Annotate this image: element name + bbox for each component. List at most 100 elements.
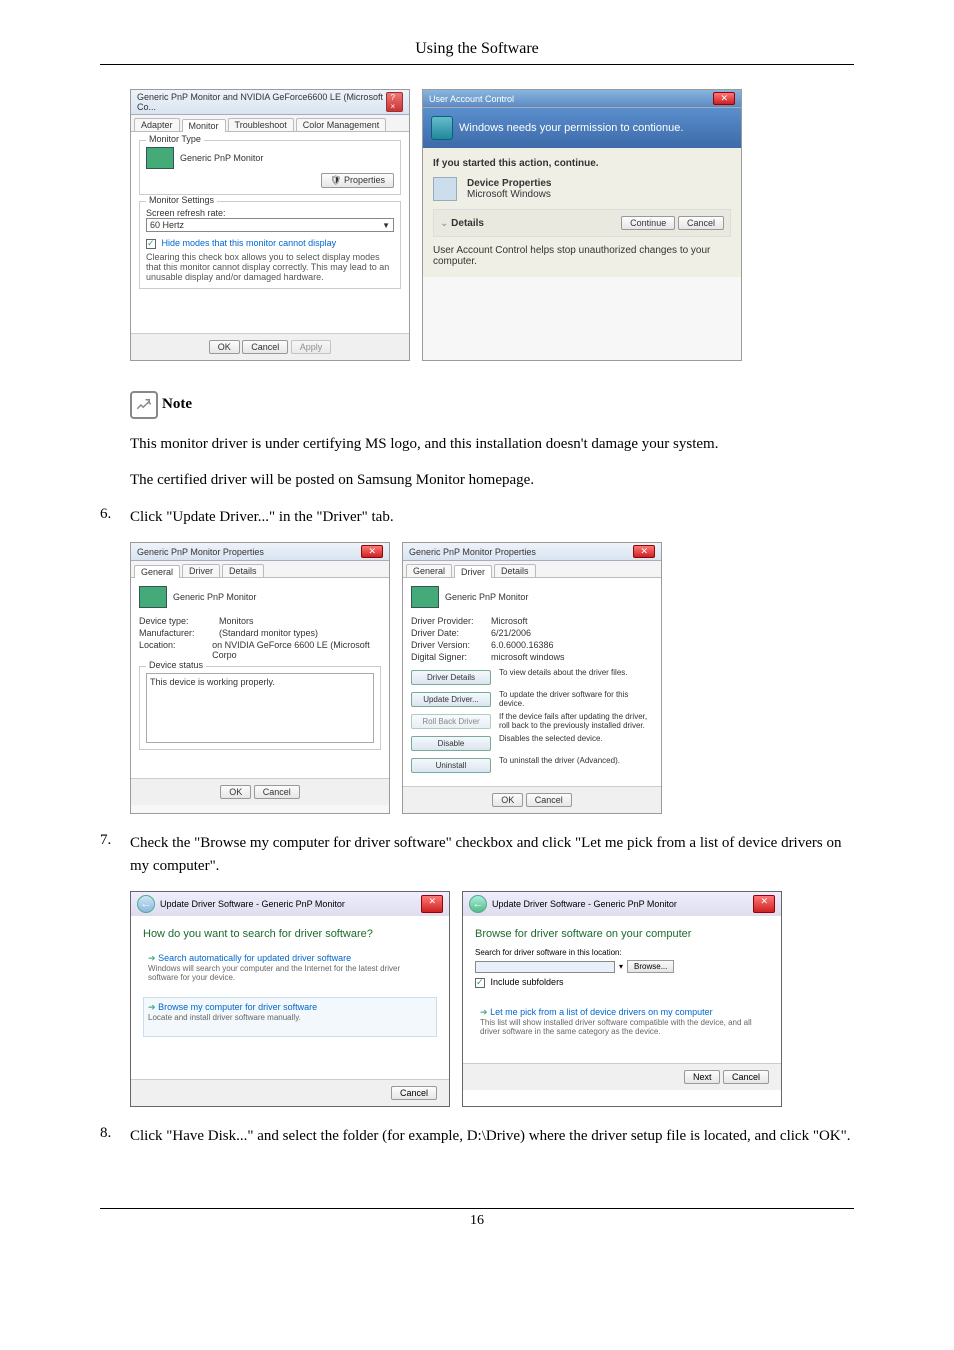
- note-text-2: The certified driver will be posted on S…: [130, 469, 854, 492]
- browse-computer-option[interactable]: Browse my computer for driver software: [158, 1002, 317, 1012]
- version-value: 6.0.6000.16386: [491, 640, 554, 650]
- continue-button[interactable]: Continue: [621, 216, 675, 230]
- uac-title: User Account Control: [429, 94, 514, 104]
- dialog-title: Generic PnP Monitor Properties: [137, 547, 264, 557]
- monitor-properties-dialog: Generic PnP Monitor and NVIDIA GeForce66…: [130, 89, 410, 361]
- refresh-rate-label: Screen refresh rate:: [146, 208, 394, 218]
- tab-troubleshoot[interactable]: Troubleshoot: [228, 118, 294, 131]
- monitor-icon: [146, 147, 174, 169]
- note-text-1: This monitor driver is under certifying …: [130, 433, 854, 456]
- close-icon[interactable]: ✕: [361, 545, 383, 558]
- close-icon[interactable]: ?×: [386, 92, 403, 112]
- manufacturer-label: Manufacturer:: [139, 628, 219, 638]
- chevron-down-icon[interactable]: ⌄: [440, 218, 448, 229]
- close-icon[interactable]: ✕: [713, 92, 735, 105]
- signer-label: Digital Signer:: [411, 652, 491, 662]
- next-button[interactable]: Next: [684, 1070, 721, 1084]
- uac-banner-text: Windows needs your permission to contion…: [459, 122, 683, 134]
- props-driver-dialog: Generic PnP Monitor Properties ✕ General…: [402, 542, 662, 814]
- disable-desc: Disables the selected device.: [499, 734, 653, 743]
- location-label: Location:: [139, 640, 212, 660]
- cancel-button[interactable]: Cancel: [723, 1070, 769, 1084]
- note-icon: [130, 391, 158, 419]
- tab-adapter[interactable]: Adapter: [134, 118, 180, 131]
- close-icon[interactable]: ✕: [753, 895, 775, 913]
- tab-color-management[interactable]: Color Management: [296, 118, 387, 131]
- refresh-rate-select[interactable]: 60 Hertz▼: [146, 218, 394, 232]
- browse-button[interactable]: Browse...: [627, 960, 674, 973]
- back-icon[interactable]: ←: [137, 895, 155, 913]
- close-icon[interactable]: ✕: [421, 895, 443, 913]
- step-text: Click "Have Disk..." and select the fold…: [130, 1125, 854, 1148]
- device-name: Generic PnP Monitor: [445, 592, 528, 602]
- page-number: 16: [100, 1208, 854, 1229]
- uninstall-desc: To uninstall the driver (Advanced).: [499, 756, 653, 765]
- cancel-button[interactable]: Cancel: [391, 1086, 437, 1100]
- wizard-heading: How do you want to search for driver sof…: [143, 928, 437, 940]
- monitor-name: Generic PnP Monitor: [180, 153, 263, 163]
- date-value: 6/21/2006: [491, 628, 531, 638]
- wizard-heading: Browse for driver software on your compu…: [475, 928, 769, 940]
- provider-value: Microsoft: [491, 616, 528, 626]
- dialog-title: Generic PnP Monitor and NVIDIA GeForce66…: [137, 92, 386, 112]
- search-auto-option[interactable]: Search automatically for updated driver …: [158, 953, 351, 963]
- ok-button[interactable]: OK: [209, 340, 240, 354]
- version-label: Driver Version:: [411, 640, 491, 650]
- monitor-settings-group: Monitor Settings: [146, 195, 217, 205]
- wizard-title: Update Driver Software - Generic PnP Mon…: [160, 899, 345, 909]
- date-label: Driver Date:: [411, 628, 491, 638]
- include-subfolders-checkbox[interactable]: [475, 978, 485, 988]
- step-number: 7.: [100, 832, 130, 877]
- location-input[interactable]: [475, 961, 615, 973]
- uac-publisher: Microsoft Windows: [467, 189, 552, 200]
- device-name: Generic PnP Monitor: [173, 592, 256, 602]
- shield-icon: [431, 116, 453, 140]
- monitor-icon: [411, 586, 439, 608]
- uninstall-button[interactable]: Uninstall: [411, 758, 491, 773]
- let-me-pick-option[interactable]: Let me pick from a list of device driver…: [490, 1007, 713, 1017]
- device-type-label: Device type:: [139, 616, 219, 626]
- rollback-driver-button[interactable]: Roll Back Driver: [411, 714, 491, 729]
- wizard-title: Update Driver Software - Generic PnP Mon…: [492, 899, 677, 909]
- props-general-dialog: Generic PnP Monitor Properties ✕ General…: [130, 542, 390, 814]
- cancel-button[interactable]: Cancel: [254, 785, 300, 799]
- uac-help-text: User Account Control helps stop unauthor…: [433, 245, 731, 267]
- details-toggle[interactable]: Details: [451, 218, 484, 229]
- tab-driver[interactable]: Driver: [182, 564, 220, 577]
- include-subfolders-label: Include subfolders: [491, 977, 564, 987]
- dialog-title: Generic PnP Monitor Properties: [409, 547, 536, 557]
- monitor-type-group: Monitor Type: [146, 134, 204, 144]
- close-icon[interactable]: ✕: [633, 545, 655, 558]
- let-me-pick-desc: This list will show installed driver sof…: [480, 1018, 764, 1036]
- properties-button[interactable]: 🛡 Properties: [321, 173, 394, 188]
- update-driver-desc: To update the driver software for this d…: [499, 690, 653, 708]
- signer-value: microsoft windows: [491, 652, 565, 662]
- tab-general[interactable]: General: [406, 564, 452, 577]
- update-driver-wizard-1: ← Update Driver Software - Generic PnP M…: [130, 891, 450, 1107]
- back-icon[interactable]: ←: [469, 895, 487, 913]
- disable-button[interactable]: Disable: [411, 736, 491, 751]
- tab-driver[interactable]: Driver: [454, 565, 492, 578]
- ok-button[interactable]: OK: [220, 785, 251, 799]
- uac-dialog: User Account Control ✕ Windows needs you…: [422, 89, 742, 361]
- hide-modes-checkbox[interactable]: [146, 239, 156, 249]
- provider-label: Driver Provider:: [411, 616, 491, 626]
- ok-button[interactable]: OK: [492, 793, 523, 807]
- cancel-button[interactable]: Cancel: [526, 793, 572, 807]
- cancel-button[interactable]: Cancel: [242, 340, 288, 354]
- driver-details-button[interactable]: Driver Details: [411, 670, 491, 685]
- tab-details[interactable]: Details: [494, 564, 536, 577]
- hide-modes-desc: Clearing this check box allows you to se…: [146, 252, 394, 282]
- search-location-label: Search for driver software in this locat…: [475, 948, 769, 957]
- tab-general[interactable]: General: [134, 565, 180, 578]
- chevron-down-icon: ▼: [382, 221, 390, 230]
- page-title: Using the Software: [100, 40, 854, 58]
- cancel-button[interactable]: Cancel: [678, 216, 724, 230]
- tab-details[interactable]: Details: [222, 564, 264, 577]
- update-driver-button[interactable]: Update Driver...: [411, 692, 491, 707]
- uac-prop-name: Device Properties: [467, 178, 552, 189]
- rollback-driver-desc: If the device fails after updating the d…: [499, 712, 653, 730]
- search-auto-desc: Windows will search your computer and th…: [148, 964, 432, 982]
- manufacturer-value: (Standard monitor types): [219, 628, 318, 638]
- tab-monitor[interactable]: Monitor: [182, 119, 226, 132]
